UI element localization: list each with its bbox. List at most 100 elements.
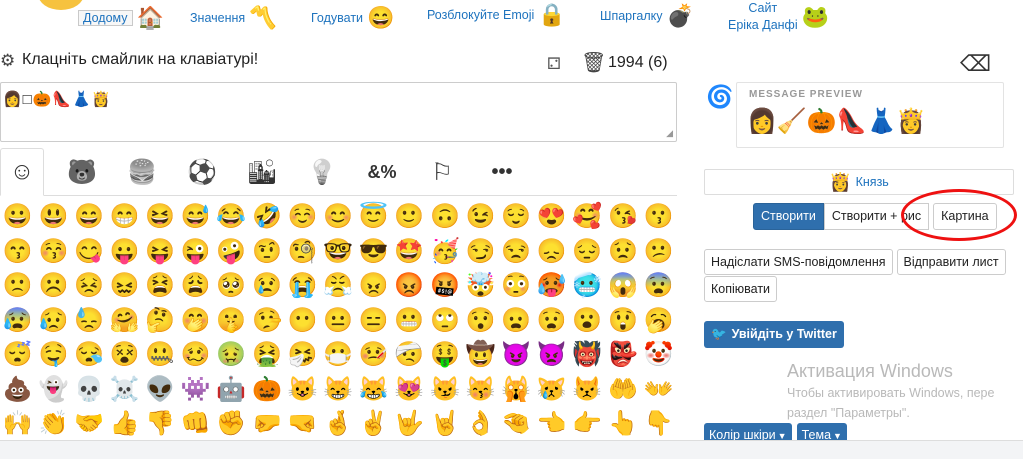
emoji-key[interactable]: 😠 (356, 269, 392, 304)
emoji-key[interactable]: 😩 (178, 269, 214, 304)
emoji-key[interactable]: 😙 (0, 235, 36, 270)
emoji-key[interactable]: 👎 (142, 407, 178, 440)
copy-button[interactable]: Копіювати (704, 276, 778, 302)
tab-flags[interactable]: ⚐ (420, 148, 464, 196)
emoji-key[interactable]: 😍 (534, 200, 570, 235)
emoji-key[interactable]: 😵 (107, 338, 143, 373)
emoji-key[interactable]: 😣 (71, 269, 107, 304)
emoji-key[interactable]: 👇 (641, 407, 677, 440)
emoji-key[interactable]: 🤲 (605, 373, 641, 408)
tab-more[interactable]: ••• (480, 148, 524, 196)
emoji-key[interactable]: 🤮 (249, 338, 285, 373)
emoji-key[interactable]: 🤥 (249, 304, 285, 339)
emoji-key[interactable]: 🤧 (285, 338, 321, 373)
emoji-key[interactable]: 🤓 (320, 235, 356, 270)
emoji-key[interactable]: 😂 (214, 200, 250, 235)
emoji-key[interactable]: 😅 (178, 200, 214, 235)
emoji-key[interactable]: 😥 (36, 304, 72, 339)
emoji-key[interactable]: 🤑 (427, 338, 463, 373)
emoji-key[interactable]: 🥶 (570, 269, 606, 304)
emoji-key[interactable]: 😭 (285, 269, 321, 304)
emoji-key[interactable]: 😁 (107, 200, 143, 235)
emoji-key[interactable]: 🥵 (534, 269, 570, 304)
emoji-key[interactable]: 😄 (71, 200, 107, 235)
emoji-key[interactable]: 🤫 (214, 304, 250, 339)
emoji-key[interactable]: 🥰 (570, 200, 606, 235)
emoji-key[interactable]: 😬 (392, 304, 428, 339)
emoji-key[interactable]: 😌 (498, 200, 534, 235)
emoji-key[interactable]: 🙂 (392, 200, 428, 235)
send-sms-button[interactable]: Надіслати SMS-повідомлення (704, 249, 893, 275)
emoji-key[interactable]: 😱 (605, 269, 641, 304)
emoji-key[interactable]: 😇 (356, 200, 392, 235)
emoji-key[interactable]: 😓 (71, 304, 107, 339)
emoji-key[interactable]: 🎃 (249, 373, 285, 408)
emoji-key[interactable]: 😡 (392, 269, 428, 304)
emoji-key[interactable]: 😋 (71, 235, 107, 270)
tab-sport[interactable]: ⚽ (180, 148, 224, 196)
tab-smileys[interactable]: ☺ (0, 148, 44, 196)
tab-symbols[interactable]: &% (360, 148, 404, 196)
emoji-key[interactable]: 👹 (570, 338, 606, 373)
emoji-key[interactable]: 🥱 (641, 304, 677, 339)
emoji-key[interactable]: 🤯 (463, 269, 499, 304)
emoji-key[interactable]: 👏 (36, 407, 72, 440)
nav-site-author-link[interactable]: Еріка Данфі (728, 17, 798, 34)
emoji-key[interactable]: ☹️ (36, 269, 72, 304)
emoji-key[interactable]: 👿 (534, 338, 570, 373)
emoji-key[interactable]: 🤘 (427, 407, 463, 440)
emoji-key[interactable]: 🤬 (427, 269, 463, 304)
emoji-key[interactable]: 👻 (36, 373, 72, 408)
emoji-key[interactable]: 👉 (570, 407, 606, 440)
emoji-key[interactable]: 😾 (570, 373, 606, 408)
emoji-key[interactable]: 😟 (605, 235, 641, 270)
emoji-key[interactable]: 🤜 (285, 407, 321, 440)
create-button[interactable]: Створити (753, 203, 824, 230)
emoji-key[interactable]: 🤡 (641, 338, 677, 373)
emoji-key[interactable]: 😏 (463, 235, 499, 270)
emoji-key[interactable]: 😲 (605, 304, 641, 339)
emoji-key[interactable]: 🙄 (427, 304, 463, 339)
emoji-key[interactable]: 🙃 (427, 200, 463, 235)
emoji-key[interactable]: 🥺 (214, 269, 250, 304)
emoji-key[interactable]: 🤠 (463, 338, 499, 373)
emoji-key[interactable]: 😪 (71, 338, 107, 373)
emoji-key[interactable]: 💩 (0, 373, 36, 408)
emoji-key[interactable]: 👌 (463, 407, 499, 440)
emoji-key[interactable]: 🥳 (427, 235, 463, 270)
tab-travel[interactable]: 🏙 (240, 148, 284, 196)
emoji-key[interactable]: ✊ (214, 407, 250, 440)
emoji-key[interactable]: 😝 (142, 235, 178, 270)
nav-item-site[interactable]: Сайт Еріка Данфі 🐸 (728, 0, 829, 34)
emoji-key[interactable]: 🙁 (0, 269, 36, 304)
emoji-key[interactable]: 🤕 (392, 338, 428, 373)
emoji-key[interactable]: 😚 (36, 235, 72, 270)
emoji-key[interactable]: 😕 (641, 235, 677, 270)
emoji-key[interactable]: 😷 (320, 338, 356, 373)
emoji-key[interactable]: 😿 (534, 373, 570, 408)
emoji-key[interactable]: 🤣 (249, 200, 285, 235)
nav-home-link[interactable]: Додому (78, 10, 133, 26)
nav-item-feed[interactable]: Годувати 😄 (311, 7, 394, 29)
emoji-key[interactable]: 🤨 (249, 235, 285, 270)
emoji-key[interactable]: 😦 (498, 304, 534, 339)
emoji-key[interactable]: 😎 (356, 235, 392, 270)
emoji-key[interactable]: 😜 (178, 235, 214, 270)
emoji-key[interactable]: 🤗 (107, 304, 143, 339)
emoji-key[interactable]: 👆 (605, 407, 641, 440)
emoji-key[interactable]: 🙀 (498, 373, 534, 408)
tab-objects[interactable]: 💡 (300, 148, 344, 196)
emoji-key[interactable]: 😊 (320, 200, 356, 235)
nav-item-cheatsheet[interactable]: Шпаргалку 💣 (600, 5, 694, 27)
emoji-key[interactable]: ☠️ (107, 373, 143, 408)
emoji-key[interactable]: 🤛 (249, 407, 285, 440)
emoji-key[interactable]: 👊 (178, 407, 214, 440)
emoji-key[interactable]: 😽 (463, 373, 499, 408)
send-email-button[interactable]: Відправити лист (896, 249, 1006, 275)
tab-food[interactable]: 🍔 (120, 148, 164, 196)
emoji-key[interactable]: 💀 (71, 373, 107, 408)
emoji-key[interactable]: ☺️ (285, 200, 321, 235)
emoji-key[interactable]: 🧐 (285, 235, 321, 270)
emoji-key[interactable]: 😑 (356, 304, 392, 339)
emoji-key[interactable]: 😺 (285, 373, 321, 408)
